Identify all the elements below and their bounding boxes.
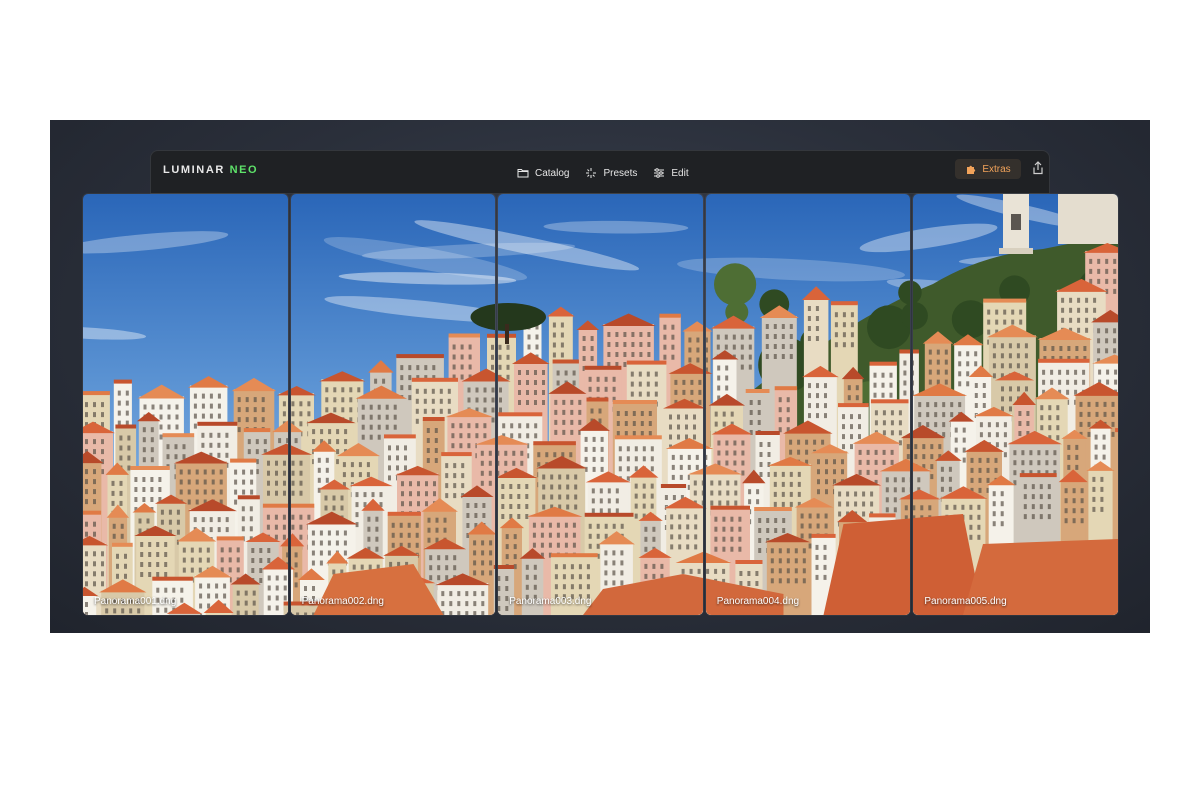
sliders-icon <box>654 168 665 178</box>
extras-button[interactable]: Extras <box>955 159 1021 179</box>
photo-panorama-1 <box>83 194 288 615</box>
image-thumbnail[interactable]: Panorama002.dng <box>290 194 496 615</box>
photo-content <box>913 194 1118 615</box>
photo-panorama-3 <box>498 194 703 615</box>
nav-presets[interactable]: Presets <box>585 167 637 179</box>
photo-panorama-4 <box>705 194 911 615</box>
photo-panorama-5 <box>913 194 1118 615</box>
sparkle-icon <box>586 168 597 178</box>
image-filename: Panorama001.dng <box>94 596 177 607</box>
image-filename: Panorama003.dng <box>509 596 592 607</box>
image-filename: Panorama005.dng <box>924 596 1007 607</box>
photo-content <box>705 194 911 615</box>
photo-content <box>83 194 288 615</box>
extras-label: Extras <box>982 163 1011 175</box>
photo-panorama-2 <box>290 194 496 615</box>
folder-icon <box>517 169 529 178</box>
logo-accent: NEO <box>229 164 259 176</box>
nav-presets-label: Presets <box>603 167 638 179</box>
puzzle-icon <box>967 165 976 174</box>
nav-catalog-label: Catalog <box>535 167 570 179</box>
image-thumbnail[interactable]: Panorama004.dng <box>705 194 911 615</box>
photo-content <box>290 194 496 615</box>
app-logo: LUMINAR NEO <box>163 164 258 176</box>
nav-edit[interactable]: Edit <box>653 167 689 179</box>
main-nav: Catalog Presets Edit <box>517 161 689 185</box>
panorama-strip: Panorama001.dng Panorama002.dng Panorama… <box>83 194 1118 615</box>
app-window: LUMINAR NEO Catalog Presets Edit Extras … <box>50 120 1150 633</box>
image-filename: Panorama002.dng <box>301 596 384 607</box>
image-thumbnail[interactable]: Panorama003.dng <box>498 194 703 615</box>
nav-catalog[interactable]: Catalog <box>517 168 569 179</box>
share-icon[interactable] <box>1030 160 1046 176</box>
image-thumbnail[interactable]: Panorama005.dng <box>913 194 1118 615</box>
photo-content <box>498 194 703 615</box>
nav-edit-label: Edit <box>671 167 689 179</box>
logo-main: LUMINAR <box>163 164 225 176</box>
image-thumbnail[interactable]: Panorama001.dng <box>83 194 288 615</box>
top-bar: LUMINAR NEO Catalog Presets Edit Extras <box>150 150 1050 194</box>
image-filename: Panorama004.dng <box>716 596 800 607</box>
